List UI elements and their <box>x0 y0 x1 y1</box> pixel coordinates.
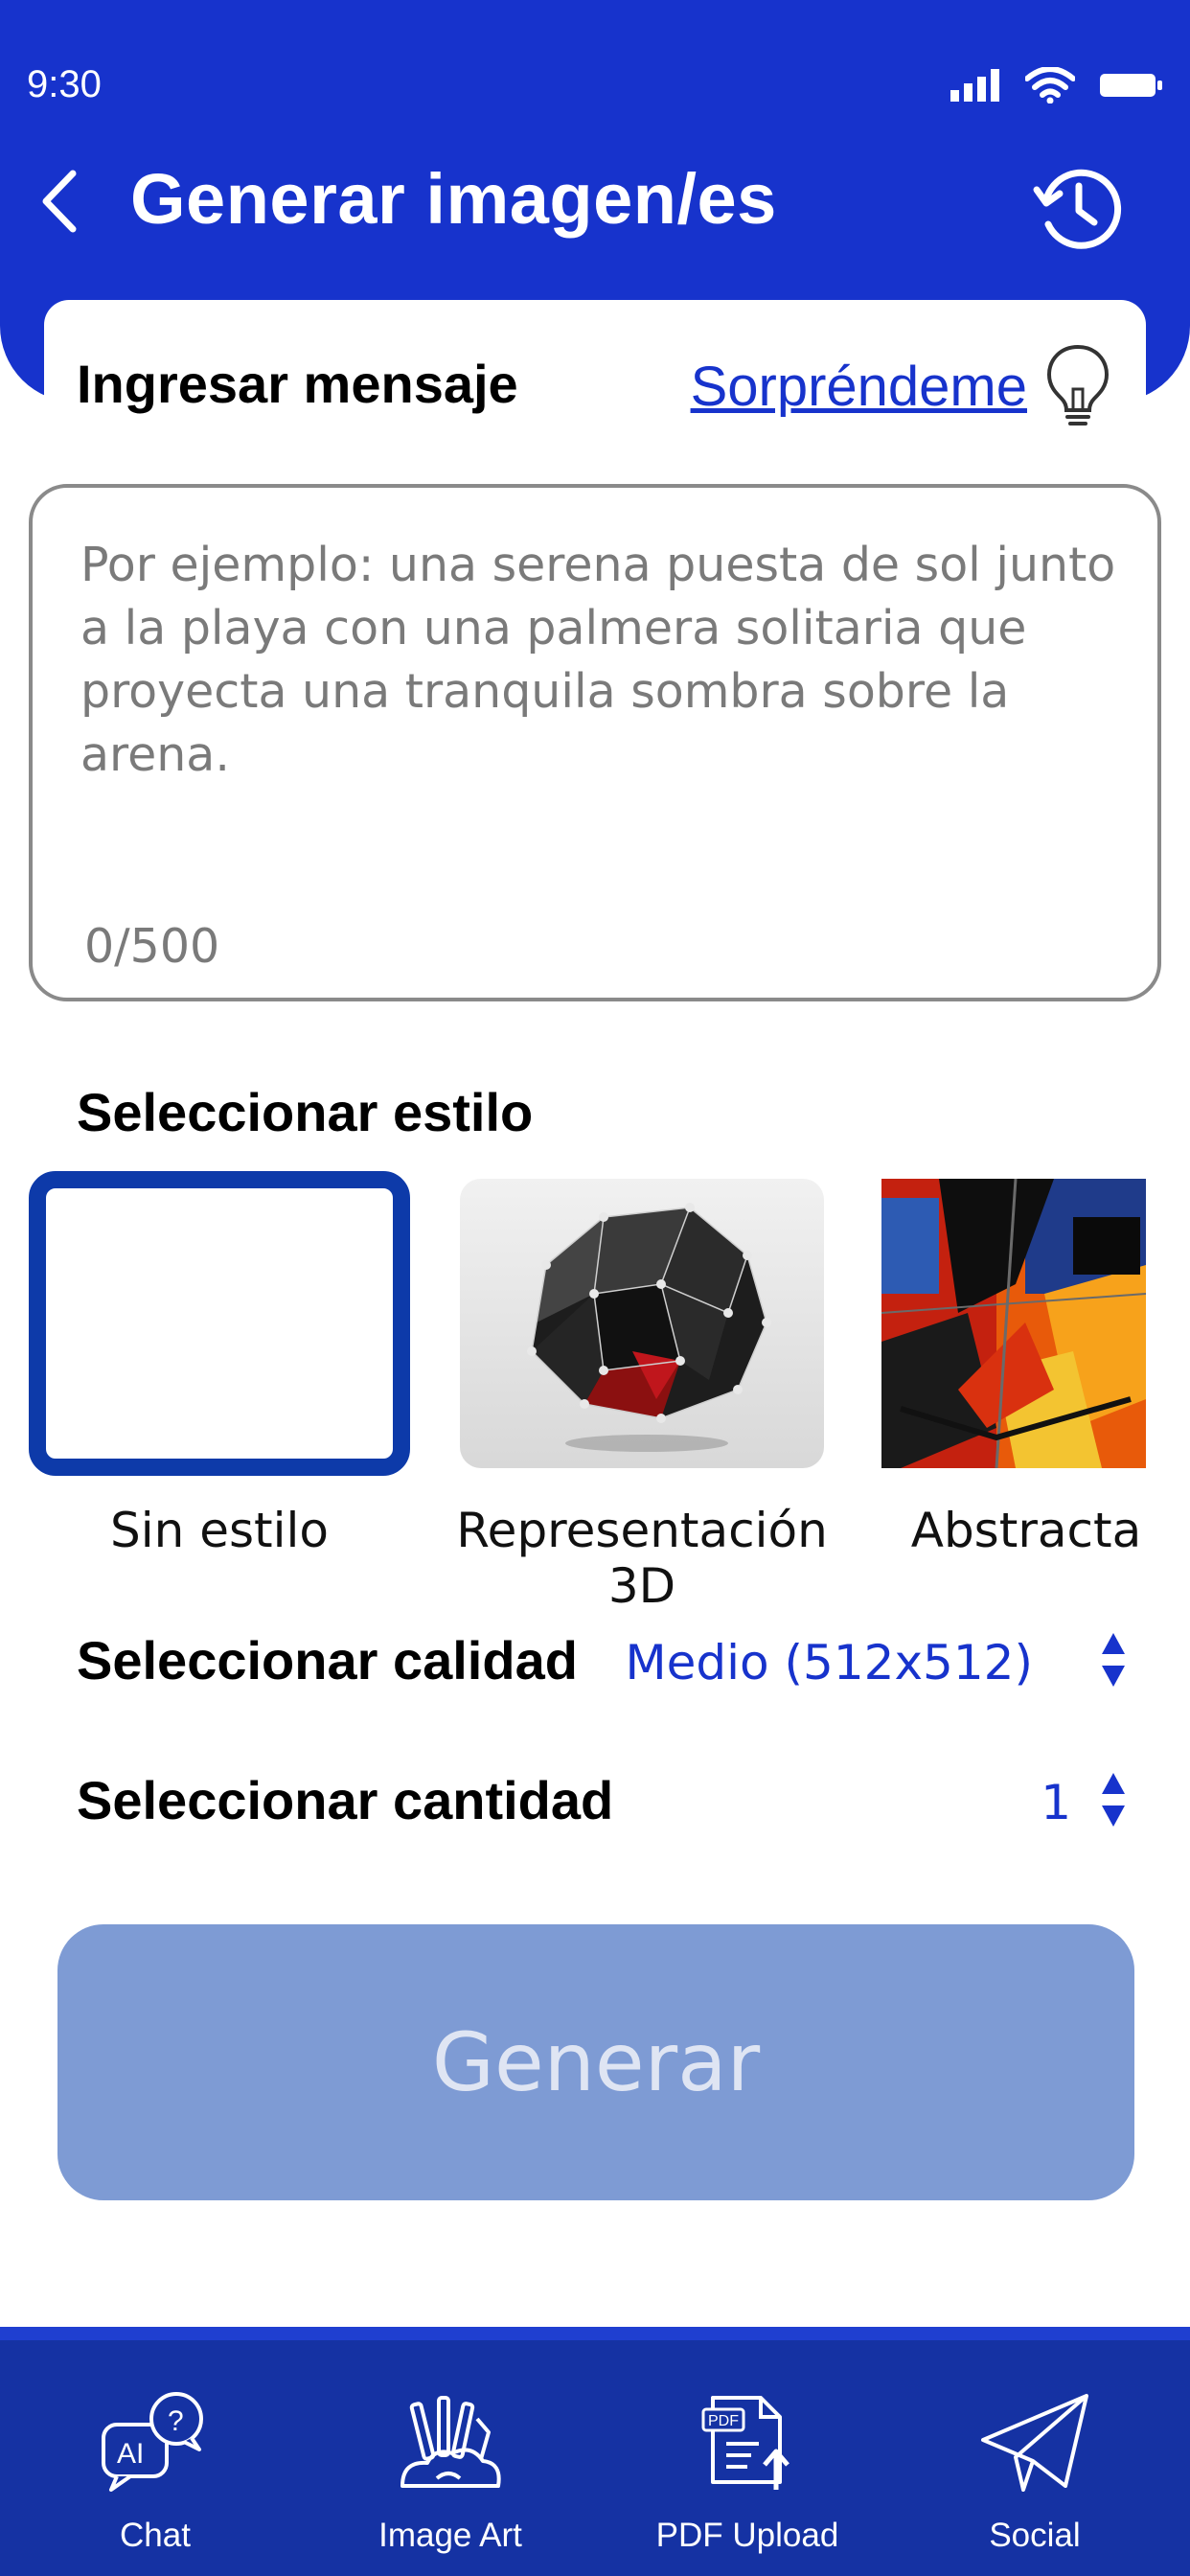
message-label: Ingresar mensaje <box>77 354 518 414</box>
nav-item-pdf-upload[interactable]: PDF PDF Upload <box>613 2340 881 2576</box>
back-button[interactable] <box>38 163 96 240</box>
paper-plane-icon <box>981 2394 1088 2492</box>
abstract-thumbnail <box>881 1178 1147 1469</box>
history-icon <box>1033 169 1122 249</box>
nav-item-chat[interactable]: AI ? Chat <box>21 2340 289 2576</box>
style-label-abstract: Abstracta <box>910 1503 1142 1558</box>
style-label-none: Sin estilo <box>109 1503 329 1558</box>
message-input[interactable] <box>80 534 1125 869</box>
ai-chat-icon: AI ? <box>102 2392 203 2492</box>
svg-text:?: ? <box>168 2405 184 2437</box>
quantity-select[interactable]: 1 <box>1041 1775 1071 1830</box>
signal-icon <box>950 69 999 102</box>
style-label: Seleccionar estilo <box>77 1082 534 1142</box>
quality-label: Seleccionar calidad <box>77 1630 578 1690</box>
style-option-none[interactable] <box>29 1171 410 1476</box>
svg-text:PDF: PDF <box>708 2413 739 2429</box>
svg-text:AI: AI <box>117 2438 144 2470</box>
quantity-stepper-icon[interactable] <box>1100 1771 1127 1828</box>
nav-label-image-art: Image Art <box>378 2517 522 2554</box>
nav-label-pdf-upload: PDF Upload <box>655 2517 839 2554</box>
status-icons <box>950 67 1163 104</box>
history-button[interactable] <box>1029 161 1125 257</box>
3d-render-thumbnail <box>527 1203 771 1452</box>
generate-button-label: Generar <box>431 2015 761 2109</box>
nav-item-social[interactable]: Social <box>901 2340 1169 2576</box>
page-title: Generar imagen/es <box>130 159 777 239</box>
message-textarea-container: 0/500 <box>29 484 1161 1001</box>
art-tools-icon <box>400 2396 501 2488</box>
status-time: 9:30 <box>27 63 102 105</box>
style-option-abstract[interactable] <box>881 1178 1147 1469</box>
quality-select[interactable]: Medio (512x512) <box>626 1635 1034 1690</box>
back-chevron-icon <box>42 170 77 233</box>
style-option-3d[interactable] <box>460 1179 824 1468</box>
pdf-upload-icon: PDF <box>701 2396 790 2490</box>
quality-stepper-icon[interactable] <box>1100 1631 1127 1689</box>
battery-icon <box>1100 74 1162 97</box>
nav-item-image-art[interactable]: Image Art <box>316 2340 584 2576</box>
wifi-icon <box>1025 67 1075 104</box>
surprise-me-link[interactable]: Sorpréndeme <box>691 355 1027 419</box>
lightbulb-icon[interactable] <box>1044 343 1111 431</box>
bottom-navigation: AI ? Chat Image Art PDF PDF Upload Socia… <box>0 2327 1190 2576</box>
style-label-3d: Representación 3D <box>456 1503 828 1614</box>
generate-button[interactable]: Generar <box>57 1924 1134 2200</box>
quantity-label: Seleccionar cantidad <box>77 1770 614 1830</box>
nav-label-chat: Chat <box>120 2517 191 2554</box>
character-counter: 0/500 <box>84 919 220 974</box>
nav-label-social: Social <box>989 2517 1081 2554</box>
